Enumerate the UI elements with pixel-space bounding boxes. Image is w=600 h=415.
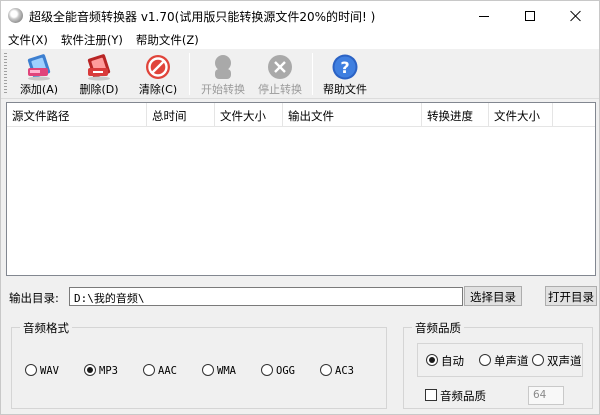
stop-x-icon [268, 55, 292, 79]
channel-stereo-radio[interactable] [532, 354, 544, 366]
add-file-icon [27, 54, 51, 81]
clear-forbidden-icon [146, 55, 170, 79]
person-icon [215, 55, 231, 79]
column-output-size[interactable]: 文件大小 [489, 103, 553, 127]
svg-text:?: ? [340, 58, 349, 77]
minimize-icon [479, 15, 489, 17]
menu-help[interactable]: 帮助文件(Z) [129, 31, 205, 49]
maximize-button[interactable] [507, 1, 553, 31]
column-source-path[interactable]: 源文件路径 [7, 103, 147, 127]
channel-mono-label: 单声道 [494, 354, 529, 368]
menu-file[interactable]: 文件(X) [1, 31, 54, 49]
menu-bar: 文件(X) 软件注册(Y) 帮助文件(Z) [1, 31, 599, 49]
channel-box: 自动 单声道 双声道 [417, 343, 583, 377]
quality-value-field[interactable]: 64 [528, 386, 564, 405]
minimize-button[interactable] [461, 1, 507, 31]
close-button[interactable] [553, 1, 599, 31]
format-wav-label: WAV [40, 365, 59, 377]
stop-convert-label: 停止转换 [258, 83, 302, 96]
channel-auto-label: 自动 [441, 354, 464, 368]
start-convert-label: 开始转换 [201, 83, 245, 96]
clear-button[interactable]: 清除(C) [130, 51, 186, 97]
quality-group: 音频品质 自动 单声道 双声道 音频品质 64 [403, 320, 593, 409]
format-aac-label: AAC [158, 365, 177, 377]
format-wma-radio[interactable] [202, 364, 214, 376]
delete-button-label: 删除(D) [79, 83, 119, 96]
toolbar-separator [312, 53, 313, 95]
column-total-time[interactable]: 总时间 [147, 103, 215, 127]
channel-mono-radio[interactable] [479, 354, 491, 366]
channel-auto-radio[interactable] [426, 354, 438, 366]
stop-convert-button[interactable]: 停止转换 [252, 51, 308, 97]
channel-stereo-label: 双声道 [547, 354, 582, 368]
column-output-file[interactable]: 输出文件 [283, 103, 422, 127]
quality-checkbox[interactable] [425, 389, 437, 401]
toolbar-grip[interactable] [4, 53, 7, 95]
format-ac3-radio[interactable] [320, 364, 332, 376]
output-dir-label: 输出目录: [9, 291, 59, 305]
help-button[interactable]: ? 帮助文件 [317, 51, 373, 97]
help-button-label: 帮助文件 [323, 83, 367, 96]
delete-button[interactable]: 删除(D) [71, 51, 127, 97]
file-list[interactable]: 源文件路径 总时间 文件大小 输出文件 转换进度 文件大小 [6, 102, 596, 276]
toolbar: 添加(A) 删除(D) 清除(C) 开始转换 停止转换 ? 帮助文件 [1, 49, 599, 99]
close-icon [570, 10, 582, 22]
maximize-icon [525, 11, 535, 21]
list-header: 源文件路径 总时间 文件大小 输出文件 转换进度 文件大小 [7, 103, 595, 127]
menu-register[interactable]: 软件注册(Y) [54, 31, 129, 49]
delete-file-icon [87, 54, 111, 81]
format-group-title: 音频格式 [20, 320, 72, 336]
help-question-icon: ? [332, 54, 358, 80]
open-dir-button[interactable]: 打开目录 [545, 286, 597, 306]
choose-dir-button[interactable]: 选择目录 [464, 286, 522, 306]
column-progress[interactable]: 转换进度 [422, 103, 489, 127]
format-mp3-radio[interactable] [84, 364, 96, 376]
format-wav-radio[interactable] [25, 364, 37, 376]
app-logo-icon [8, 8, 23, 23]
app-window: 超级全能音频转换器 v1.70(试用版只能转换源文件20%的时间! ) 文件(X… [0, 0, 600, 415]
clear-button-label: 清除(C) [138, 83, 178, 96]
add-button[interactable]: 添加(A) [11, 51, 67, 97]
toolbar-separator [189, 53, 190, 95]
format-ogg-radio[interactable] [261, 364, 273, 376]
add-button-label: 添加(A) [19, 83, 59, 96]
format-ogg-label: OGG [276, 365, 295, 377]
title-bar: 超级全能音频转换器 v1.70(试用版只能转换源文件20%的时间! ) [1, 1, 599, 31]
output-dir-field[interactable]: D:\我的音频\ [69, 287, 463, 306]
format-wma-label: WMA [217, 365, 236, 377]
window-title: 超级全能音频转换器 v1.70(试用版只能转换源文件20%的时间! ) [29, 10, 376, 24]
quality-group-title: 音频品质 [412, 320, 464, 336]
format-aac-radio[interactable] [143, 364, 155, 376]
column-file-size[interactable]: 文件大小 [215, 103, 283, 127]
start-convert-button[interactable]: 开始转换 [195, 51, 251, 97]
quality-checkbox-label: 音频品质 [440, 389, 486, 403]
format-mp3-label: MP3 [99, 365, 118, 377]
format-ac3-label: AC3 [335, 365, 354, 377]
format-group: 音频格式 WAV MP3 AAC WMA OGG AC3 [11, 320, 387, 409]
